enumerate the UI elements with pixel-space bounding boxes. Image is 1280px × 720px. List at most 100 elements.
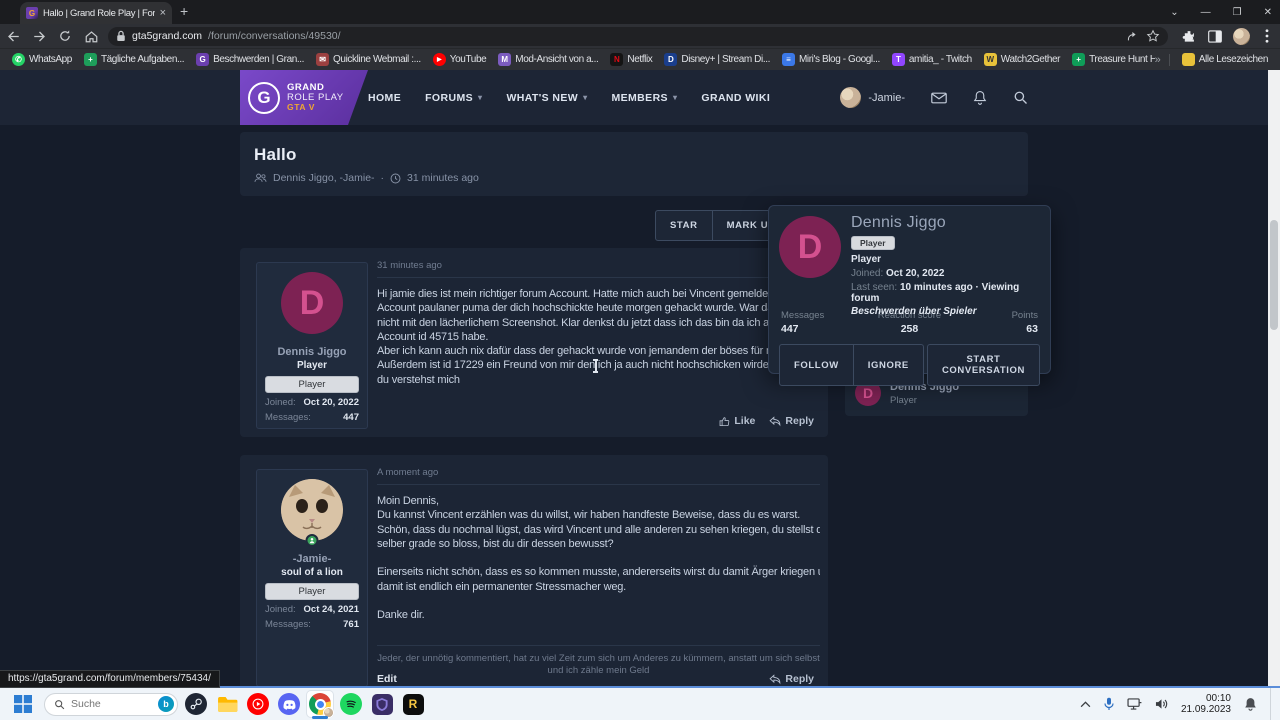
- taskbar-app-discord[interactable]: [276, 691, 302, 717]
- reply-button[interactable]: Reply: [769, 673, 814, 685]
- post-author-title: Player: [297, 360, 327, 371]
- forum-nav: HOME FORUMS▾ WHAT'S NEW▾ MEMBERS▾ GRAND …: [368, 70, 770, 125]
- disney-plus-icon: D: [664, 53, 677, 66]
- taskbar-search[interactable]: b: [44, 693, 178, 716]
- bookmark-taegliche-aufgaben[interactable]: +Tägliche Aufgaben...: [80, 52, 188, 67]
- grp-forum-icon: G: [196, 53, 209, 66]
- search-icon[interactable]: [1013, 90, 1028, 105]
- browser-tab[interactable]: G Hallo | Grand Role Play | Forum ×: [20, 2, 172, 24]
- maximize-button[interactable]: ❐: [1233, 7, 1242, 18]
- network-icon[interactable]: [1127, 698, 1142, 710]
- bookmark-whatsapp[interactable]: ✆WhatsApp: [8, 52, 76, 67]
- account-menu[interactable]: -Jamie-: [840, 87, 905, 108]
- nav-home[interactable]: HOME: [368, 92, 401, 104]
- bookmark-netflix[interactable]: NNetflix: [606, 52, 656, 67]
- post-author-name[interactable]: -Jamie-: [293, 553, 332, 565]
- member-viewing-forum[interactable]: Beschwerden über Spieler: [851, 306, 1040, 317]
- bookmark-miris-blog[interactable]: ≡Miri's Blog - Googl...: [778, 52, 884, 67]
- like-button[interactable]: Like: [719, 415, 755, 427]
- bookmark-label: Treasure Hunt Help...: [1089, 54, 1155, 65]
- tab-close-icon[interactable]: ×: [160, 7, 166, 19]
- forum-logo[interactable]: G GRAND ROLE PLAY GTA V: [240, 70, 368, 125]
- bookmark-youtube[interactable]: ▶YouTube: [429, 52, 491, 67]
- bookmark-amitia-twitch[interactable]: Tamitia_ - Twitch: [888, 52, 976, 67]
- chevron-down-icon: ▾: [583, 93, 587, 102]
- nav-forums[interactable]: FORUMS▾: [425, 92, 482, 104]
- alerts-bell-icon[interactable]: [973, 90, 987, 105]
- reload-icon[interactable]: [52, 29, 78, 43]
- taskbar-app-steam[interactable]: [183, 691, 209, 717]
- joined-value: Oct 20, 2022: [304, 397, 359, 408]
- ignore-button[interactable]: IGNORE: [854, 344, 924, 386]
- chrome-icon: [309, 693, 331, 715]
- conversations-mail-icon[interactable]: [931, 92, 947, 104]
- start-button[interactable]: [14, 695, 32, 713]
- profile-avatar[interactable]: [1228, 28, 1254, 45]
- sheet-icon: +: [1072, 53, 1085, 66]
- member-tooltip-card: D Dennis Jiggo Player Player Joined: Oct…: [768, 205, 1051, 374]
- bookmark-label: Miri's Blog - Googl...: [799, 54, 880, 65]
- post-dennis-jiggo: D Dennis Jiggo Player Player Joined:Oct …: [240, 248, 828, 437]
- minimize-button[interactable]: —: [1201, 7, 1211, 18]
- bookmark-treasure-hunt[interactable]: + Treasure Hunt Help...: [1068, 52, 1155, 67]
- taskbar-app-chrome[interactable]: [307, 691, 333, 717]
- nav-whats-new[interactable]: WHAT'S NEW▾: [506, 92, 587, 104]
- bookmark-quickline-webmail[interactable]: ✉Quickline Webmail :...: [312, 52, 425, 67]
- bookmark-star-icon[interactable]: [1146, 29, 1160, 43]
- avatar[interactable]: D: [779, 216, 841, 278]
- bookmark-mod-ansicht[interactable]: MMod-Ansicht von a...: [494, 52, 602, 67]
- tab-search-chevron-icon[interactable]: ⌄: [1170, 7, 1178, 18]
- forward-icon[interactable]: [26, 29, 52, 44]
- new-tab-button[interactable]: +: [180, 3, 188, 19]
- follow-button[interactable]: FOLLOW: [779, 344, 854, 386]
- post-timestamp[interactable]: 31 minutes ago: [377, 260, 820, 278]
- search-input[interactable]: [71, 698, 143, 710]
- tray-chevron-up-icon[interactable]: [1080, 701, 1091, 708]
- share-icon[interactable]: [1126, 30, 1140, 43]
- address-bar[interactable]: gta5grand.com/forum/conversations/49530/: [108, 27, 1168, 46]
- microphone-icon[interactable]: [1104, 697, 1114, 711]
- volume-icon[interactable]: [1155, 698, 1168, 710]
- joined-label: Joined:: [851, 268, 883, 279]
- notification-bell-icon[interactable]: [1244, 697, 1257, 711]
- forum-user-area: -Jamie-: [840, 70, 1028, 125]
- post-timestamp[interactable]: A moment ago: [377, 467, 820, 485]
- all-bookmarks-button[interactable]: Alle Lesezeichen: [1178, 52, 1272, 67]
- bookmark-watch2gether[interactable]: WWatch2Gether: [980, 52, 1064, 67]
- close-button[interactable]: ✕: [1264, 7, 1272, 18]
- spotify-icon: [340, 693, 362, 715]
- post-text-line: damit ist endlich ein permanenter Stress…: [377, 580, 820, 594]
- star-button[interactable]: STAR: [655, 210, 713, 241]
- page-scrollbar[interactable]: [1268, 70, 1280, 688]
- bookmark-beschwerden[interactable]: GBeschwerden | Gran...: [192, 52, 308, 67]
- taskbar-app-rockstar[interactable]: R: [400, 691, 426, 717]
- start-conversation-button[interactable]: START CONVERSATION: [927, 344, 1040, 386]
- reply-button[interactable]: Reply: [769, 415, 814, 427]
- joined-row: Joined:Oct 24, 2021: [265, 604, 359, 615]
- bookmarks-overflow-chevron-icon[interactable]: »: [1155, 54, 1161, 66]
- taskbar-clock[interactable]: 00:10 21.09.2023: [1181, 693, 1231, 715]
- signature-line: Jeder, der unnötig kommentiert, hat zu v…: [377, 653, 820, 665]
- avatar[interactable]: D: [281, 272, 343, 334]
- thread-participants[interactable]: Dennis Jiggo, -Jamie-: [273, 172, 375, 184]
- messages-label: Messages:: [265, 619, 311, 630]
- nav-grand-wiki[interactable]: GRAND WIKI: [701, 92, 770, 104]
- taskbar-app-youtube-music[interactable]: [245, 691, 271, 717]
- back-icon[interactable]: [0, 29, 26, 44]
- taskbar-app-grand-rp[interactable]: [369, 691, 395, 717]
- menu-kebab-icon[interactable]: [1254, 29, 1280, 43]
- bookmark-disney-plus[interactable]: DDisney+ | Stream Di...: [660, 52, 774, 67]
- messages-row: Messages:761: [265, 619, 359, 630]
- extensions-puzzle-icon[interactable]: [1176, 29, 1202, 43]
- side-panel-icon[interactable]: [1202, 30, 1228, 43]
- post-author-name[interactable]: Dennis Jiggo: [277, 346, 346, 358]
- edit-button[interactable]: Edit: [377, 673, 397, 685]
- member-name[interactable]: Dennis Jiggo: [851, 214, 1040, 232]
- taskbar-app-explorer[interactable]: [214, 691, 240, 717]
- taskbar-app-spotify[interactable]: [338, 691, 364, 717]
- avatar[interactable]: [281, 479, 343, 541]
- show-desktop-button[interactable]: [1270, 688, 1274, 720]
- scrollbar-thumb[interactable]: [1270, 220, 1278, 330]
- home-icon[interactable]: [78, 29, 104, 44]
- nav-members[interactable]: MEMBERS▾: [611, 92, 677, 104]
